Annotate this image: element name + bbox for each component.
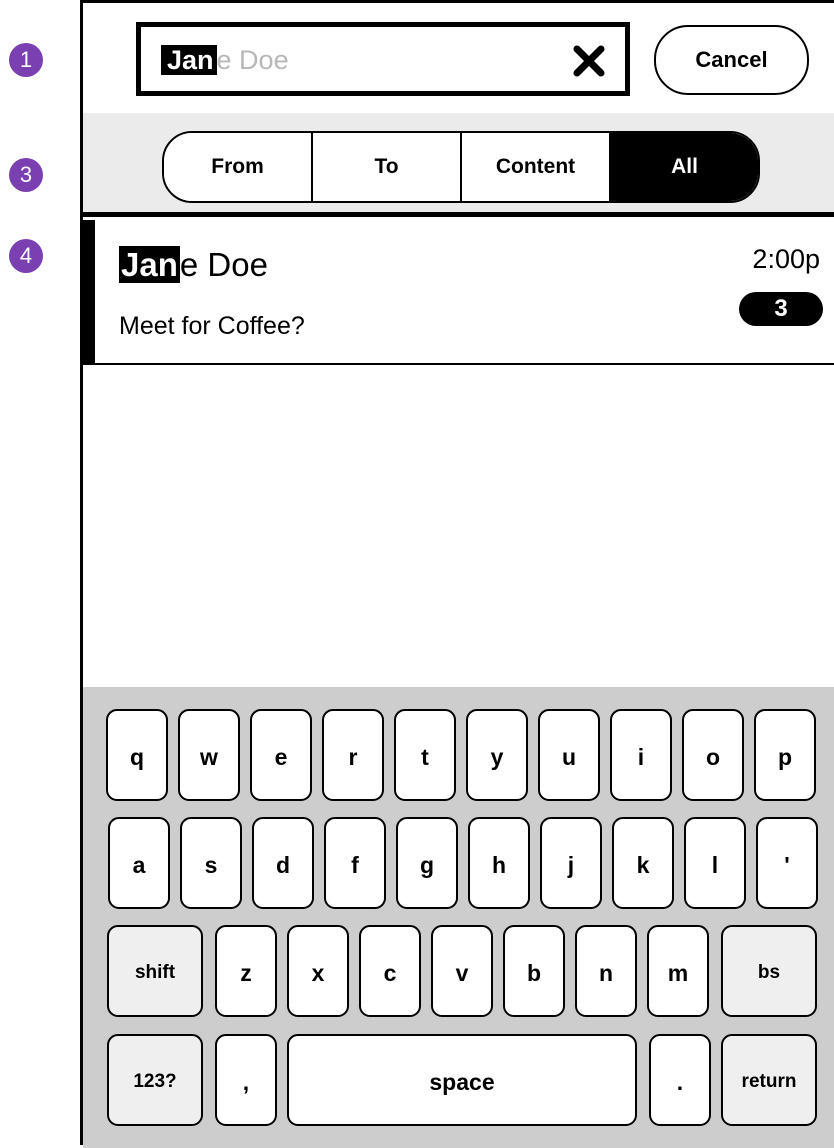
cancel-button[interactable]: Cancel <box>654 25 809 95</box>
search-autocomplete-suggestion: e Doe <box>216 45 289 75</box>
key-period[interactable]: . <box>649 1034 711 1126</box>
key-q[interactable]: q <box>106 709 168 801</box>
key-j[interactable]: j <box>540 817 602 909</box>
key-l[interactable]: l <box>684 817 746 909</box>
annotation-marker-3: 3 <box>9 158 43 192</box>
key-i[interactable]: i <box>610 709 672 801</box>
key-o[interactable]: o <box>682 709 744 801</box>
key-s[interactable]: s <box>180 817 242 909</box>
key-x[interactable]: x <box>287 925 349 1017</box>
key-p[interactable]: p <box>754 709 816 801</box>
search-text: Jan e Doe <box>161 45 289 76</box>
annotation-marker-1: 1 <box>9 43 43 77</box>
key-shift[interactable]: shift <box>107 925 203 1017</box>
annotation-marker-4: 4 <box>9 239 43 273</box>
key-c[interactable]: c <box>359 925 421 1017</box>
key-backspace[interactable]: bs <box>721 925 817 1017</box>
key-b[interactable]: b <box>503 925 565 1017</box>
key-apostrophe[interactable]: ' <box>756 817 818 909</box>
key-h[interactable]: h <box>468 817 530 909</box>
filter-to[interactable]: To <box>313 133 462 201</box>
result-time: 2:00p <box>752 244 820 274</box>
key-w[interactable]: w <box>178 709 240 801</box>
on-screen-keyboard: q w e r t y u i o p a s d f g h j k l ' … <box>83 687 834 1148</box>
result-name-rest: e Doe <box>179 246 268 283</box>
filter-bar: From To Content All <box>83 113 834 217</box>
key-g[interactable]: g <box>396 817 458 909</box>
key-z[interactable]: z <box>215 925 277 1017</box>
result-sender-name: Jane Doe <box>119 246 268 284</box>
filter-content[interactable]: Content <box>462 133 611 201</box>
message-count-badge: 3 <box>739 292 823 326</box>
key-space[interactable]: space <box>287 1034 637 1126</box>
key-f[interactable]: f <box>324 817 386 909</box>
key-comma[interactable]: , <box>215 1034 277 1126</box>
search-bar: Jan e Doe Cancel <box>83 3 834 115</box>
key-y[interactable]: y <box>466 709 528 801</box>
key-v[interactable]: v <box>431 925 493 1017</box>
key-a[interactable]: a <box>108 817 170 909</box>
phone-screen: Jan e Doe Cancel From To Content All Jane… <box>80 0 834 1148</box>
search-typed-text: Jan <box>161 45 217 75</box>
search-input[interactable]: Jan e Doe <box>136 22 630 96</box>
selection-indicator <box>83 220 95 363</box>
key-m[interactable]: m <box>647 925 709 1017</box>
close-icon[interactable] <box>572 44 606 78</box>
key-n[interactable]: n <box>575 925 637 1017</box>
key-numbers[interactable]: 123? <box>107 1034 203 1126</box>
key-k[interactable]: k <box>612 817 674 909</box>
filter-segmented-control: From To Content All <box>162 131 760 203</box>
filter-all[interactable]: All <box>611 133 758 201</box>
result-preview: Meet for Coffee? <box>119 312 305 340</box>
search-result-item[interactable]: Jane Doe Meet for Coffee? 2:00p 3 <box>83 220 834 365</box>
result-name-match: Jan <box>119 246 180 283</box>
key-e[interactable]: e <box>250 709 312 801</box>
key-return[interactable]: return <box>721 1034 817 1126</box>
key-r[interactable]: r <box>322 709 384 801</box>
key-t[interactable]: t <box>394 709 456 801</box>
key-u[interactable]: u <box>538 709 600 801</box>
key-d[interactable]: d <box>252 817 314 909</box>
filter-from[interactable]: From <box>164 133 313 201</box>
